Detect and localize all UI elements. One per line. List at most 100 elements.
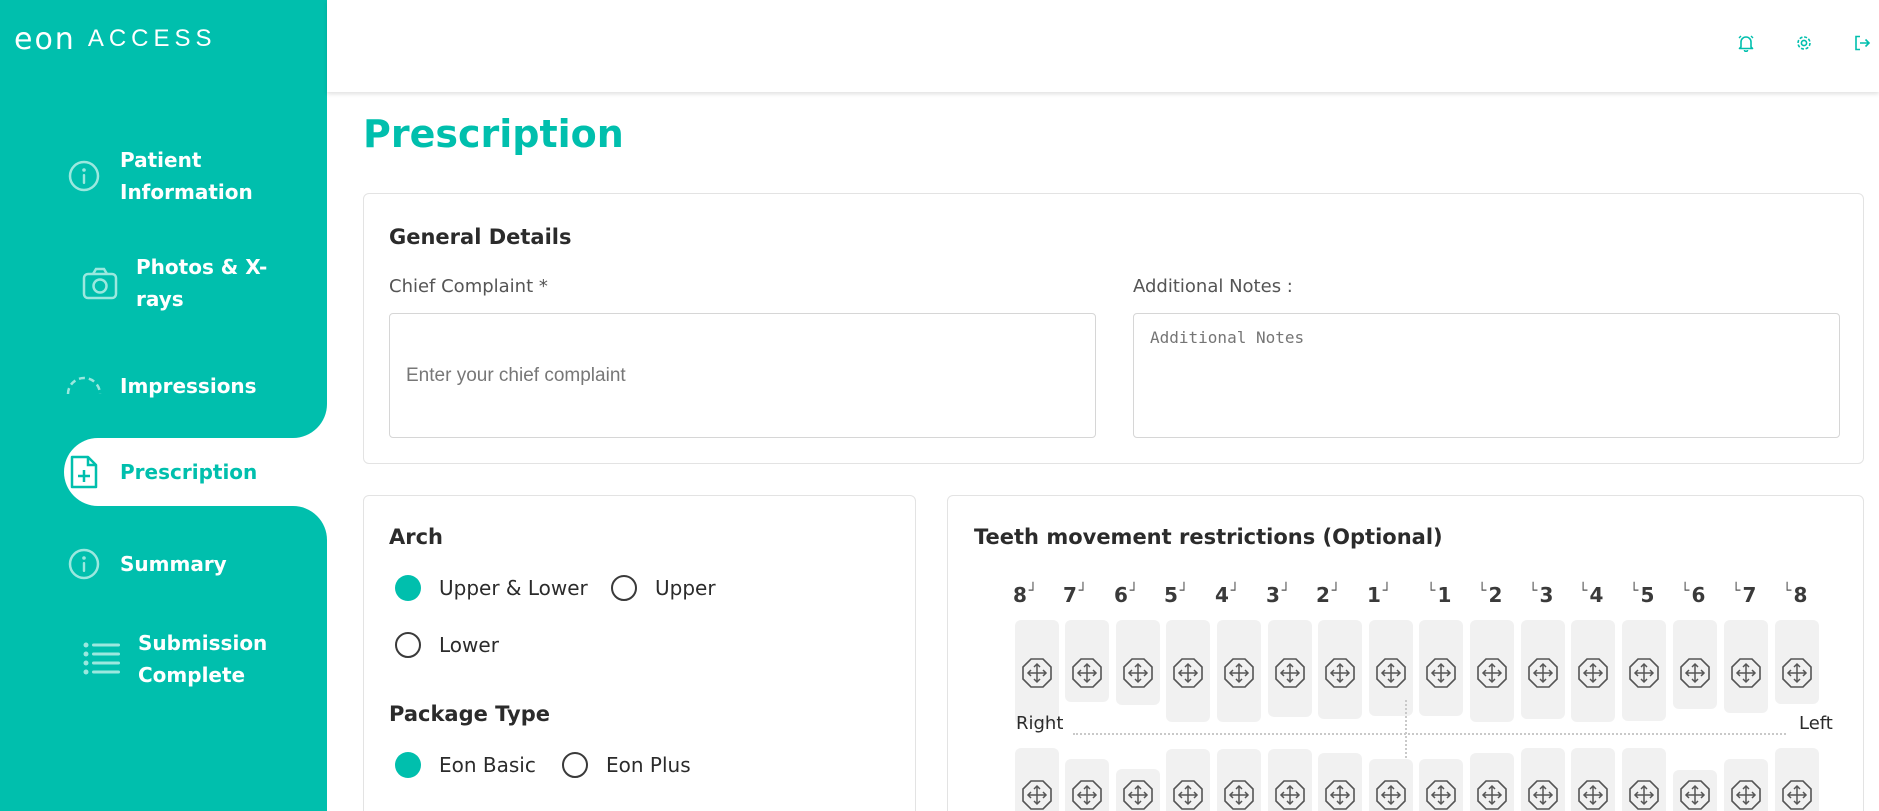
tooth-number-text: 3 bbox=[1539, 583, 1554, 607]
lower-tooth-left-2[interactable] bbox=[1470, 753, 1514, 811]
chief-complaint-label: Chief Complaint * bbox=[389, 276, 548, 297]
additional-notes-textarea[interactable] bbox=[1133, 313, 1840, 438]
bell-icon[interactable] bbox=[1736, 33, 1756, 53]
tooth-number-right-4: 4 ┘ bbox=[1215, 583, 1241, 607]
tooth-number-text: 6 bbox=[1691, 583, 1706, 607]
left-side-label: Left bbox=[1799, 713, 1833, 734]
upper-tooth-right-3[interactable] bbox=[1268, 620, 1312, 717]
lower-tooth-right-8[interactable] bbox=[1015, 748, 1059, 811]
move-arrows-octagon-icon bbox=[1021, 779, 1053, 811]
move-arrows-octagon-icon bbox=[1628, 779, 1660, 811]
lower-tooth-right-4[interactable] bbox=[1217, 749, 1261, 811]
quadrant-mark: └ bbox=[1579, 583, 1588, 599]
midline-horizontal bbox=[1073, 733, 1786, 735]
arch-option-upper-lower[interactable]: Upper & Lower bbox=[395, 575, 588, 601]
lower-tooth-left-6[interactable] bbox=[1673, 770, 1717, 811]
tooth-number-left-2: └ 2 bbox=[1476, 583, 1502, 607]
tooth-number-text: 7 bbox=[1063, 583, 1077, 607]
tooth-number-text: 1 bbox=[1437, 583, 1452, 607]
package-option-eon-basic[interactable]: Eon Basic bbox=[395, 752, 536, 778]
lower-tooth-left-5[interactable] bbox=[1622, 748, 1666, 811]
arch-option-upper[interactable]: Upper bbox=[611, 575, 716, 601]
upper-tooth-left-1[interactable] bbox=[1419, 620, 1463, 716]
lower-tooth-left-1[interactable] bbox=[1419, 759, 1463, 811]
tooth-number-right-7: 7 ┘ bbox=[1063, 583, 1089, 607]
upper-tooth-right-5[interactable] bbox=[1166, 620, 1210, 722]
move-arrows-octagon-icon bbox=[1628, 657, 1660, 689]
upper-tooth-left-8[interactable] bbox=[1775, 620, 1819, 704]
logout-icon[interactable] bbox=[1852, 33, 1872, 53]
tooth-number-text: 6 bbox=[1114, 583, 1128, 607]
upper-tooth-left-4[interactable] bbox=[1571, 620, 1615, 722]
quadrant-mark: ┘ bbox=[1179, 583, 1189, 599]
quadrant-mark: ┘ bbox=[1028, 583, 1038, 599]
lower-tooth-right-6[interactable] bbox=[1116, 769, 1160, 811]
move-arrows-octagon-icon bbox=[1071, 657, 1103, 689]
chief-complaint-input[interactable]: Enter your chief complaint bbox=[389, 313, 1096, 438]
package-option-eon-plus[interactable]: Eon Plus bbox=[562, 752, 691, 778]
upper-tooth-right-4[interactable] bbox=[1217, 620, 1261, 722]
move-arrows-octagon-icon bbox=[1781, 779, 1813, 811]
info-icon bbox=[64, 156, 104, 196]
lower-tooth-left-7[interactable] bbox=[1724, 759, 1768, 811]
move-arrows-octagon-icon bbox=[1679, 657, 1711, 689]
move-arrows-octagon-icon bbox=[1324, 657, 1356, 689]
sidebar-item-patient-information[interactable]: Patient Information bbox=[64, 144, 327, 208]
upper-tooth-left-2[interactable] bbox=[1470, 620, 1514, 722]
tooth-number-right-8: 8 ┘ bbox=[1013, 583, 1039, 607]
arch-option-lower[interactable]: Lower bbox=[395, 632, 499, 658]
sidebar-item-impressions[interactable]: Impressions bbox=[64, 366, 327, 406]
document-plus-icon bbox=[64, 452, 104, 492]
upper-tooth-left-7[interactable] bbox=[1724, 620, 1768, 713]
tooth-number-right-1: 1 ┘ bbox=[1367, 583, 1393, 607]
sidebar: eon ACCESS Patient Information Photos & … bbox=[0, 0, 327, 811]
upper-tooth-right-7[interactable] bbox=[1065, 620, 1109, 702]
radio-dot bbox=[611, 575, 637, 601]
tooth-number-text: 3 bbox=[1266, 583, 1280, 607]
upper-tooth-right-6[interactable] bbox=[1116, 620, 1160, 705]
sidebar-item-photos-xrays[interactable]: Photos & X-rays bbox=[80, 251, 343, 315]
upper-tooth-left-6[interactable] bbox=[1673, 620, 1717, 709]
move-arrows-octagon-icon bbox=[1071, 779, 1103, 811]
tooth-number-left-6: └ 6 bbox=[1679, 583, 1705, 607]
lower-tooth-left-3[interactable] bbox=[1521, 748, 1565, 811]
tooth-number-left-3: └ 3 bbox=[1527, 583, 1553, 607]
sidebar-item-prescription[interactable]: Prescription bbox=[64, 452, 327, 492]
tooth-number-right-6: 6 ┘ bbox=[1114, 583, 1140, 607]
sidebar-item-label: Submission Complete bbox=[138, 631, 268, 687]
upper-tooth-left-3[interactable] bbox=[1521, 620, 1565, 719]
move-arrows-octagon-icon bbox=[1781, 657, 1813, 689]
tooth-number-left-1: └ 1 bbox=[1425, 583, 1451, 607]
camera-icon bbox=[80, 263, 120, 303]
tooth-number-text: 5 bbox=[1640, 583, 1655, 607]
radio-label: Upper & Lower bbox=[439, 576, 588, 600]
upper-tooth-right-8[interactable] bbox=[1015, 620, 1059, 724]
sidebar-item-label: Photos & X-rays bbox=[136, 255, 268, 311]
quadrant-mark: └ bbox=[1427, 583, 1436, 599]
move-arrows-octagon-icon bbox=[1527, 779, 1559, 811]
tooth-number-left-4: └ 4 bbox=[1577, 583, 1603, 607]
lower-tooth-right-5[interactable] bbox=[1166, 749, 1210, 811]
gear-icon[interactable] bbox=[1794, 33, 1814, 53]
lower-tooth-left-4[interactable] bbox=[1571, 748, 1615, 811]
quadrant-mark: ┘ bbox=[1281, 583, 1291, 599]
arc-icon bbox=[64, 366, 104, 406]
sidebar-item-summary[interactable]: Summary bbox=[64, 544, 327, 584]
radio-label: Eon Basic bbox=[439, 753, 536, 777]
move-arrows-octagon-icon bbox=[1324, 779, 1356, 811]
quadrant-mark: └ bbox=[1732, 583, 1741, 599]
app-logo[interactable]: eon ACCESS bbox=[14, 22, 217, 57]
quadrant-mark: ┘ bbox=[1331, 583, 1341, 599]
move-arrows-octagon-icon bbox=[1527, 657, 1559, 689]
move-arrows-octagon-icon bbox=[1375, 779, 1407, 811]
lower-tooth-right-2[interactable] bbox=[1318, 753, 1362, 811]
sidebar-item-submission-complete[interactable]: Submission Complete bbox=[82, 627, 345, 691]
tooth-number-text: 2 bbox=[1488, 583, 1503, 607]
tooth-number-left-8: └ 8 bbox=[1781, 583, 1807, 607]
lower-tooth-right-1[interactable] bbox=[1369, 759, 1413, 811]
lower-tooth-right-7[interactable] bbox=[1065, 759, 1109, 811]
lower-tooth-right-3[interactable] bbox=[1268, 749, 1312, 811]
upper-tooth-right-2[interactable] bbox=[1318, 620, 1362, 719]
lower-tooth-left-8[interactable] bbox=[1775, 748, 1819, 811]
upper-tooth-left-5[interactable] bbox=[1622, 620, 1666, 721]
